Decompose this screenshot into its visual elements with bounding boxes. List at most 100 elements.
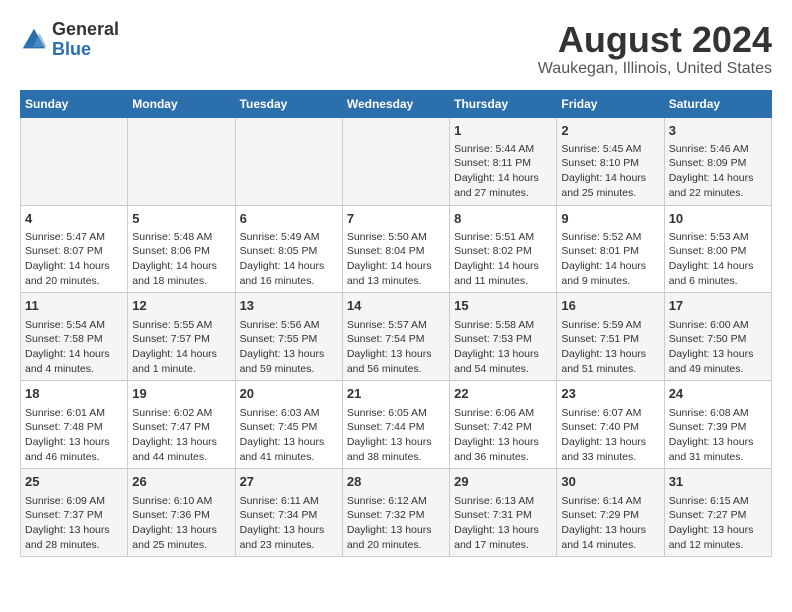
calendar-day-cell: 16 Sunrise: 5:59 AM Sunset: 7:51 PM Dayli… bbox=[557, 293, 664, 381]
day-info: Sunrise: 5:51 AM Sunset: 8:02 PM Dayligh… bbox=[454, 230, 552, 289]
page-header: General Blue August 2024 Waukegan, Illin… bbox=[20, 20, 772, 78]
day-number: 7 bbox=[347, 210, 445, 228]
day-number: 19 bbox=[132, 385, 230, 403]
day-number: 24 bbox=[669, 385, 767, 403]
calendar-day-cell: 7 Sunrise: 5:50 AM Sunset: 8:04 PM Daylig… bbox=[342, 205, 449, 293]
calendar-day-cell: 19 Sunrise: 6:02 AM Sunset: 7:47 PM Dayli… bbox=[128, 381, 235, 469]
day-info: Sunrise: 5:54 AM Sunset: 7:58 PM Dayligh… bbox=[25, 318, 123, 377]
day-info: Sunrise: 6:00 AM Sunset: 7:50 PM Dayligh… bbox=[669, 318, 767, 377]
day-info: Sunrise: 5:55 AM Sunset: 7:57 PM Dayligh… bbox=[132, 318, 230, 377]
day-info: Sunrise: 5:53 AM Sunset: 8:00 PM Dayligh… bbox=[669, 230, 767, 289]
day-number: 8 bbox=[454, 210, 552, 228]
calendar-day-cell: 18 Sunrise: 6:01 AM Sunset: 7:48 PM Dayli… bbox=[21, 381, 128, 469]
day-info: Sunrise: 5:47 AM Sunset: 8:07 PM Dayligh… bbox=[25, 230, 123, 289]
calendar-day-cell bbox=[235, 117, 342, 205]
day-number: 1 bbox=[454, 122, 552, 140]
logo-text: General Blue bbox=[52, 20, 119, 60]
day-info: Sunrise: 5:57 AM Sunset: 7:54 PM Dayligh… bbox=[347, 318, 445, 377]
calendar-week-row: 18 Sunrise: 6:01 AM Sunset: 7:48 PM Dayli… bbox=[21, 381, 772, 469]
day-number: 4 bbox=[25, 210, 123, 228]
calendar-day-cell: 2Sunrise: 5:45 AM Sunset: 8:10 PM Daylig… bbox=[557, 117, 664, 205]
calendar-day-cell: 29 Sunrise: 6:13 AM Sunset: 7:31 PM Dayli… bbox=[450, 469, 557, 557]
logo-icon bbox=[20, 26, 48, 54]
calendar-day-cell: 15 Sunrise: 5:58 AM Sunset: 7:53 PM Dayli… bbox=[450, 293, 557, 381]
day-number: 2 bbox=[561, 122, 659, 140]
day-info: Sunrise: 5:58 AM Sunset: 7:53 PM Dayligh… bbox=[454, 318, 552, 377]
calendar-day-cell: 1 Sunrise: 5:44 AM Sunset: 8:11 PM Daylig… bbox=[450, 117, 557, 205]
day-info: Sunrise: 6:03 AM Sunset: 7:45 PM Dayligh… bbox=[240, 406, 338, 465]
title-block: August 2024 Waukegan, Illinois, United S… bbox=[538, 20, 772, 78]
day-number: 22 bbox=[454, 385, 552, 403]
day-number: 25 bbox=[25, 473, 123, 491]
day-info: Sunrise: 5:48 AM Sunset: 8:06 PM Dayligh… bbox=[132, 230, 230, 289]
day-number: 14 bbox=[347, 297, 445, 315]
day-number: 28 bbox=[347, 473, 445, 491]
calendar-day-cell: 13 Sunrise: 5:56 AM Sunset: 7:55 PM Dayli… bbox=[235, 293, 342, 381]
day-info: Sunrise: 5:44 AM Sunset: 8:11 PM Dayligh… bbox=[454, 142, 552, 201]
calendar-day-header: Tuesday bbox=[235, 90, 342, 117]
day-info: Sunrise: 6:14 AM Sunset: 7:29 PM Dayligh… bbox=[561, 494, 659, 553]
day-number: 6 bbox=[240, 210, 338, 228]
calendar-day-cell: 30 Sunrise: 6:14 AM Sunset: 7:29 PM Dayli… bbox=[557, 469, 664, 557]
day-number: 12 bbox=[132, 297, 230, 315]
day-number: 10 bbox=[669, 210, 767, 228]
day-info: Sunrise: 6:11 AM Sunset: 7:34 PM Dayligh… bbox=[240, 494, 338, 553]
calendar-day-cell: 10 Sunrise: 5:53 AM Sunset: 8:00 PM Dayli… bbox=[664, 205, 771, 293]
day-info: Sunrise: 6:10 AM Sunset: 7:36 PM Dayligh… bbox=[132, 494, 230, 553]
day-number: 15 bbox=[454, 297, 552, 315]
calendar-week-row: 1 Sunrise: 5:44 AM Sunset: 8:11 PM Daylig… bbox=[21, 117, 772, 205]
day-number: 23 bbox=[561, 385, 659, 403]
calendar-day-cell: 12 Sunrise: 5:55 AM Sunset: 7:57 PM Dayli… bbox=[128, 293, 235, 381]
day-number: 21 bbox=[347, 385, 445, 403]
calendar-day-cell: 22 Sunrise: 6:06 AM Sunset: 7:42 PM Dayli… bbox=[450, 381, 557, 469]
calendar-day-cell: 27 Sunrise: 6:11 AM Sunset: 7:34 PM Dayli… bbox=[235, 469, 342, 557]
calendar-table: SundayMondayTuesdayWednesdayThursdayFrid… bbox=[20, 90, 772, 558]
calendar-header-row: SundayMondayTuesdayWednesdayThursdayFrid… bbox=[21, 90, 772, 117]
day-number: 20 bbox=[240, 385, 338, 403]
day-number: 13 bbox=[240, 297, 338, 315]
day-info: Sunrise: 6:06 AM Sunset: 7:42 PM Dayligh… bbox=[454, 406, 552, 465]
day-number: 3 bbox=[669, 122, 767, 140]
calendar-day-cell: 21 Sunrise: 6:05 AM Sunset: 7:44 PM Dayli… bbox=[342, 381, 449, 469]
calendar-day-header: Monday bbox=[128, 90, 235, 117]
day-info: Sunrise: 6:15 AM Sunset: 7:27 PM Dayligh… bbox=[669, 494, 767, 553]
day-info: Sunrise: 6:13 AM Sunset: 7:31 PM Dayligh… bbox=[454, 494, 552, 553]
calendar-day-cell: 4 Sunrise: 5:47 AM Sunset: 8:07 PM Daylig… bbox=[21, 205, 128, 293]
day-info: Sunrise: 6:02 AM Sunset: 7:47 PM Dayligh… bbox=[132, 406, 230, 465]
day-info: Sunrise: 5:59 AM Sunset: 7:51 PM Dayligh… bbox=[561, 318, 659, 377]
calendar-day-cell: 14 Sunrise: 5:57 AM Sunset: 7:54 PM Dayli… bbox=[342, 293, 449, 381]
calendar-day-cell bbox=[342, 117, 449, 205]
day-number: 18 bbox=[25, 385, 123, 403]
day-info: Sunrise: 6:08 AM Sunset: 7:39 PM Dayligh… bbox=[669, 406, 767, 465]
calendar-week-row: 4 Sunrise: 5:47 AM Sunset: 8:07 PM Daylig… bbox=[21, 205, 772, 293]
day-number: 16 bbox=[561, 297, 659, 315]
day-number: 29 bbox=[454, 473, 552, 491]
calendar-day-cell: 23Sunrise: 6:07 AM Sunset: 7:40 PM Dayli… bbox=[557, 381, 664, 469]
day-info: Sunrise: 6:05 AM Sunset: 7:44 PM Dayligh… bbox=[347, 406, 445, 465]
day-info: Sunrise: 5:50 AM Sunset: 8:04 PM Dayligh… bbox=[347, 230, 445, 289]
day-info: Sunrise: 6:09 AM Sunset: 7:37 PM Dayligh… bbox=[25, 494, 123, 553]
calendar-day-cell: 9 Sunrise: 5:52 AM Sunset: 8:01 PM Daylig… bbox=[557, 205, 664, 293]
calendar-day-cell: 8 Sunrise: 5:51 AM Sunset: 8:02 PM Daylig… bbox=[450, 205, 557, 293]
day-info: Sunrise: 5:52 AM Sunset: 8:01 PM Dayligh… bbox=[561, 230, 659, 289]
calendar-day-cell bbox=[128, 117, 235, 205]
calendar-week-row: 11 Sunrise: 5:54 AM Sunset: 7:58 PM Dayli… bbox=[21, 293, 772, 381]
day-number: 5 bbox=[132, 210, 230, 228]
day-info: Sunrise: 6:12 AM Sunset: 7:32 PM Dayligh… bbox=[347, 494, 445, 553]
page-title: August 2024 bbox=[538, 20, 772, 60]
calendar-day-cell: 24 Sunrise: 6:08 AM Sunset: 7:39 PM Dayli… bbox=[664, 381, 771, 469]
day-number: 17 bbox=[669, 297, 767, 315]
day-info: Sunrise: 5:46 AM Sunset: 8:09 PM Dayligh… bbox=[669, 142, 767, 201]
day-info: Sunrise: 5:56 AM Sunset: 7:55 PM Dayligh… bbox=[240, 318, 338, 377]
day-number: 11 bbox=[25, 297, 123, 315]
calendar-day-header: Friday bbox=[557, 90, 664, 117]
day-number: 9 bbox=[561, 210, 659, 228]
day-number: 30 bbox=[561, 473, 659, 491]
day-number: 27 bbox=[240, 473, 338, 491]
calendar-day-cell: 17 Sunrise: 6:00 AM Sunset: 7:50 PM Dayli… bbox=[664, 293, 771, 381]
day-number: 26 bbox=[132, 473, 230, 491]
day-info: Sunrise: 6:01 AM Sunset: 7:48 PM Dayligh… bbox=[25, 406, 123, 465]
calendar-week-row: 25 Sunrise: 6:09 AM Sunset: 7:37 PM Dayli… bbox=[21, 469, 772, 557]
calendar-day-cell: 11 Sunrise: 5:54 AM Sunset: 7:58 PM Dayli… bbox=[21, 293, 128, 381]
calendar-day-cell: 5 Sunrise: 5:48 AM Sunset: 8:06 PM Daylig… bbox=[128, 205, 235, 293]
